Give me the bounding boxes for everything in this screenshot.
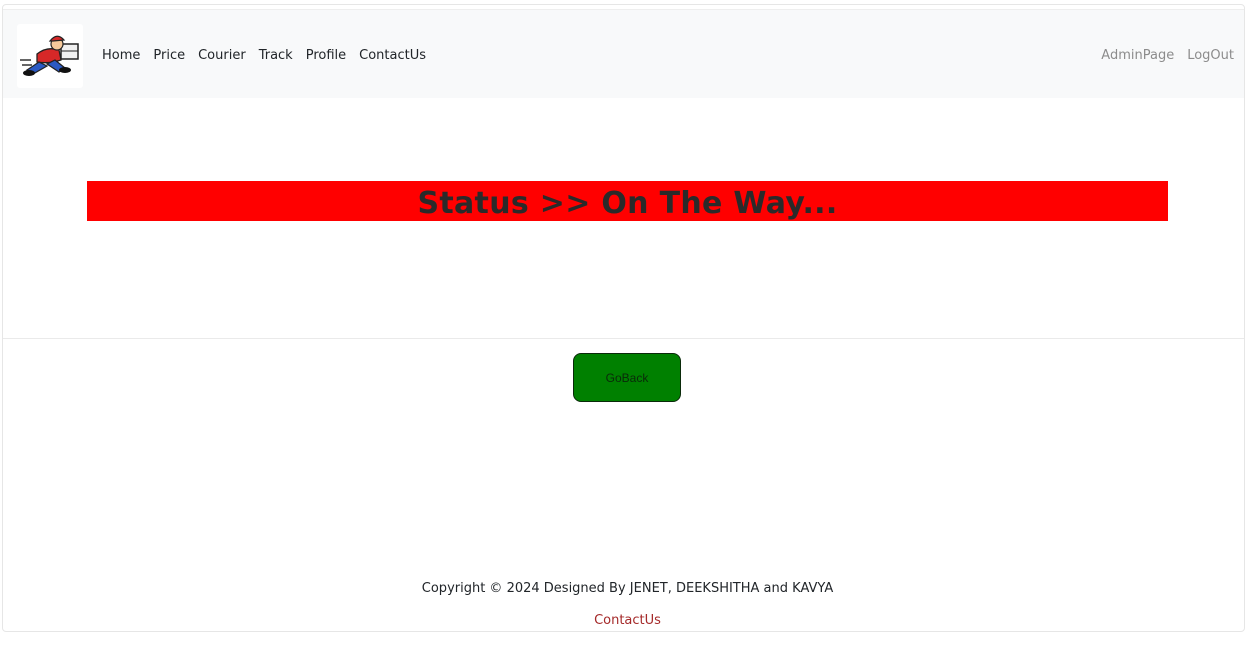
nav-link-home[interactable]: Home (102, 48, 147, 64)
page-frame: Home Price Courier Track Profile Contact… (2, 4, 1245, 632)
nav-link-profile[interactable]: Profile (299, 48, 352, 64)
footer-contactus-link[interactable]: ContactUs (3, 613, 1244, 628)
nav-link-track[interactable]: Track (252, 48, 299, 64)
nav-link-contactus[interactable]: ContactUs (353, 48, 433, 64)
goback-button[interactable]: GoBack (573, 353, 681, 402)
nav-link-courier[interactable]: Courier (192, 48, 253, 64)
nav-link-adminpage[interactable]: AdminPage (1095, 48, 1181, 64)
navbar: Home Price Courier Track Profile Contact… (3, 9, 1244, 98)
courier-logo-icon[interactable] (17, 24, 83, 88)
footer-copyright: Copyright © 2024 Designed By JENET, DEEK… (421, 581, 834, 596)
nav-account-links: AdminPage LogOut (1095, 48, 1234, 64)
nav-link-logout[interactable]: LogOut (1181, 48, 1234, 64)
status-banner: Status >> On The Way... (87, 181, 1168, 221)
status-text: Status >> On The Way... (417, 185, 838, 221)
section-divider (3, 338, 1244, 339)
nav-link-price[interactable]: Price (147, 48, 192, 64)
nav-main-links: Home Price Courier Track Profile Contact… (102, 48, 433, 64)
courier-logo-graphic (20, 35, 79, 76)
